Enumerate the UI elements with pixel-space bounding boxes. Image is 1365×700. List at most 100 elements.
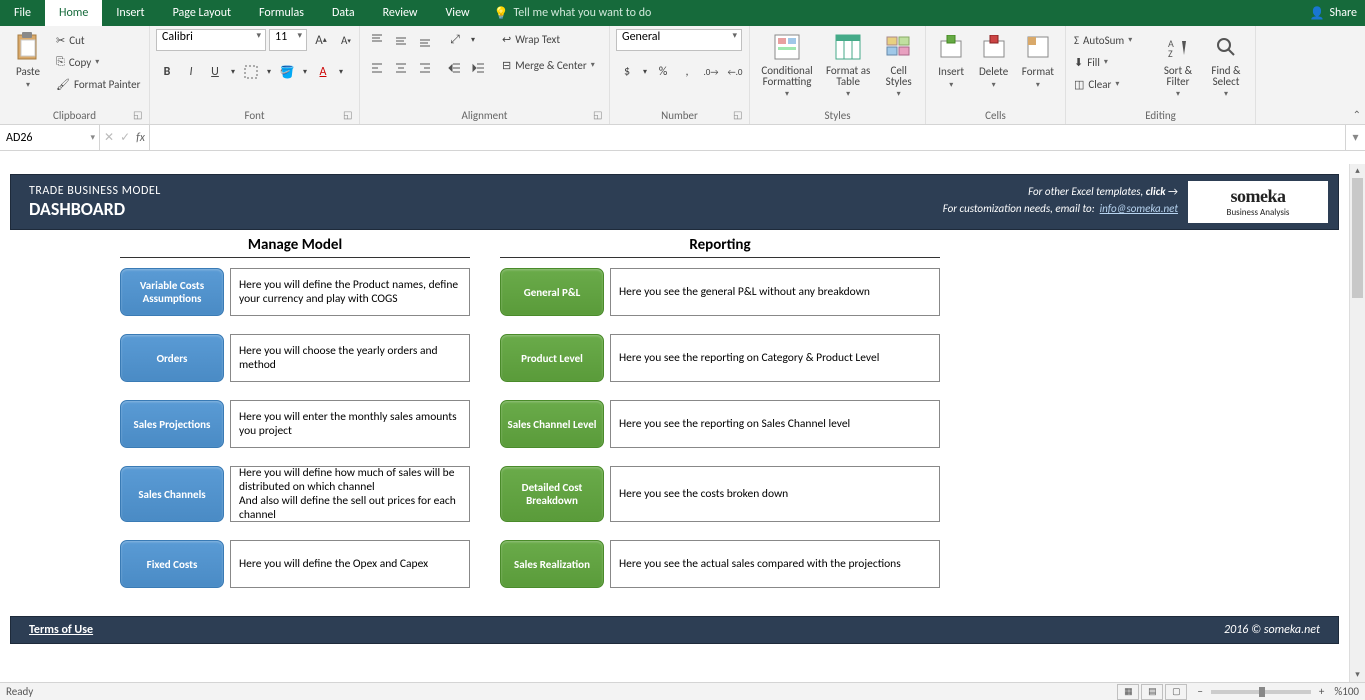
tell-me[interactable]: 💡 Tell me what you want to do: [494, 0, 652, 26]
percent-button[interactable]: %: [652, 61, 674, 83]
zoom-in-button[interactable]: +: [1319, 685, 1324, 698]
decrease-indent-button[interactable]: [444, 57, 466, 79]
insert-cells-button[interactable]: Insert ▾: [932, 29, 970, 107]
tab-file[interactable]: File: [0, 0, 45, 26]
copy-button[interactable]: ⎘Copy▾: [54, 52, 142, 72]
detailed-cost-button[interactable]: Detailed Cost Breakdown: [500, 466, 604, 522]
sales-projections-button[interactable]: Sales Projections: [120, 400, 224, 448]
find-select-button[interactable]: Find & Select ▾: [1204, 29, 1248, 107]
bold-button[interactable]: B: [156, 61, 178, 83]
variable-costs-button[interactable]: Variable Costs Assumptions: [120, 268, 224, 316]
format-cells-button[interactable]: Format ▾: [1017, 29, 1059, 107]
align-right-button[interactable]: [414, 57, 436, 79]
clear-button[interactable]: ◫Clear▾: [1072, 74, 1152, 94]
comma-button[interactable]: ,: [676, 61, 698, 83]
general-pl-button[interactable]: General P&L: [500, 268, 604, 316]
email-link[interactable]: info@someka.net: [1100, 202, 1178, 215]
underline-button[interactable]: U: [204, 61, 226, 83]
align-left-button[interactable]: [366, 57, 388, 79]
borders-dropdown[interactable]: ▾: [264, 61, 274, 83]
product-level-button[interactable]: Product Level: [500, 334, 604, 382]
increase-font-button[interactable]: A▴: [310, 29, 332, 51]
tab-review[interactable]: Review: [369, 0, 432, 26]
number-launcher[interactable]: ◱: [733, 108, 747, 122]
enter-formula-button[interactable]: ✓: [120, 130, 130, 145]
scroll-up-arrow[interactable]: ▴: [1350, 164, 1365, 178]
align-middle-button[interactable]: [390, 29, 412, 51]
borders-button[interactable]: [240, 61, 262, 83]
orientation-dropdown[interactable]: ▾: [468, 29, 478, 51]
tab-home[interactable]: Home: [45, 0, 102, 26]
conditional-formatting-button[interactable]: Conditional Formatting ▾: [756, 29, 818, 107]
orders-button[interactable]: Orders: [120, 334, 224, 382]
format-painter-button[interactable]: 🖌Format Painter: [54, 74, 142, 94]
increase-indent-button[interactable]: [468, 57, 490, 79]
zoom-slider[interactable]: [1211, 690, 1311, 694]
accounting-format-button[interactable]: $: [616, 61, 638, 83]
zoom-level[interactable]: %100: [1334, 685, 1359, 698]
cancel-formula-button[interactable]: ✕: [104, 130, 114, 145]
sort-label: Sort & Filter: [1156, 65, 1200, 87]
fixed-costs-button[interactable]: Fixed Costs: [120, 540, 224, 588]
autosum-button[interactable]: ΣAutoSum▾: [1072, 30, 1152, 50]
sort-filter-button[interactable]: AZ Sort & Filter ▾: [1156, 29, 1200, 107]
font-name-select[interactable]: Calibri: [156, 29, 266, 51]
vertical-scrollbar[interactable]: ▴ ▾: [1349, 164, 1365, 682]
click-link[interactable]: click: [1146, 185, 1166, 198]
ribbon-group-cells: Insert ▾ Delete ▾ Format ▾ Cells: [926, 26, 1066, 124]
cut-button[interactable]: ✂Cut: [54, 30, 142, 50]
tab-view[interactable]: View: [432, 0, 484, 26]
clipboard-launcher[interactable]: ◱: [133, 108, 147, 122]
align-center-button[interactable]: [390, 57, 412, 79]
tab-data[interactable]: Data: [318, 0, 369, 26]
name-box[interactable]: AD26 ▾: [0, 125, 100, 150]
fill-color-dropdown[interactable]: ▾: [300, 61, 310, 83]
scroll-thumb[interactable]: [1352, 178, 1363, 298]
italic-button[interactable]: I: [180, 61, 202, 83]
ribbon: Paste ▾ ✂Cut ⎘Copy▾ 🖌Format Painter Clip…: [0, 26, 1365, 125]
tab-insert[interactable]: Insert: [102, 0, 158, 26]
alignment-launcher[interactable]: ◱: [593, 108, 607, 122]
page-layout-view-button[interactable]: ▤: [1141, 684, 1163, 700]
number-format-select[interactable]: General: [616, 29, 742, 51]
wrap-text-button[interactable]: ↩Wrap Text: [500, 29, 597, 49]
decrease-font-button[interactable]: A▾: [335, 29, 357, 51]
paste-button[interactable]: Paste ▾: [6, 29, 50, 107]
orientation-button[interactable]: ⤢: [444, 29, 466, 51]
bucket-icon: 🪣: [280, 65, 295, 80]
cell-styles-button[interactable]: Cell Styles ▾: [878, 29, 919, 107]
format-as-table-button[interactable]: Format as Table ▾: [822, 29, 874, 107]
page-break-view-button[interactable]: ▢: [1165, 684, 1187, 700]
brush-icon: 🖌: [56, 78, 70, 91]
font-launcher[interactable]: ◱: [343, 108, 357, 122]
normal-view-button[interactable]: ▦: [1117, 684, 1139, 700]
share-button[interactable]: 👤 Share: [1309, 0, 1357, 26]
font-size-select[interactable]: 11: [269, 29, 307, 51]
fx-button[interactable]: fx: [136, 131, 145, 145]
underline-dropdown[interactable]: ▾: [228, 61, 238, 83]
sales-channels-button[interactable]: Sales Channels: [120, 466, 224, 522]
delete-cells-button[interactable]: Delete ▾: [974, 29, 1012, 107]
tab-formulas[interactable]: Formulas: [245, 0, 318, 26]
sales-realization-button[interactable]: Sales Realization: [500, 540, 604, 588]
collapse-ribbon-button[interactable]: ⌃: [1353, 108, 1361, 121]
font-color-dropdown[interactable]: ▾: [336, 61, 346, 83]
font-color-button[interactable]: A: [312, 61, 334, 83]
scroll-down-arrow[interactable]: ▾: [1350, 668, 1365, 682]
increase-decimal-button[interactable]: .0→: [700, 61, 722, 83]
merge-center-button[interactable]: ⊟Merge & Center▾: [500, 55, 597, 75]
expand-formula-bar-button[interactable]: ▾: [1345, 125, 1365, 150]
insert-icon: [935, 31, 967, 63]
terms-link[interactable]: Terms of Use: [29, 623, 93, 637]
sales-channel-level-button[interactable]: Sales Channel Level: [500, 400, 604, 448]
fill-color-button[interactable]: 🪣: [276, 61, 298, 83]
accounting-dropdown[interactable]: ▾: [640, 61, 650, 83]
align-top-button[interactable]: [366, 29, 388, 51]
align-bottom-button[interactable]: [414, 29, 436, 51]
fill-button[interactable]: ⬇Fill▾: [1072, 52, 1152, 72]
decrease-decimal-button[interactable]: ←.0: [724, 61, 746, 83]
formula-input[interactable]: [150, 125, 1345, 150]
dashboard-title: DASHBOARD: [29, 198, 161, 220]
zoom-out-button[interactable]: −: [1197, 685, 1202, 698]
tab-page-layout[interactable]: Page Layout: [159, 0, 245, 26]
